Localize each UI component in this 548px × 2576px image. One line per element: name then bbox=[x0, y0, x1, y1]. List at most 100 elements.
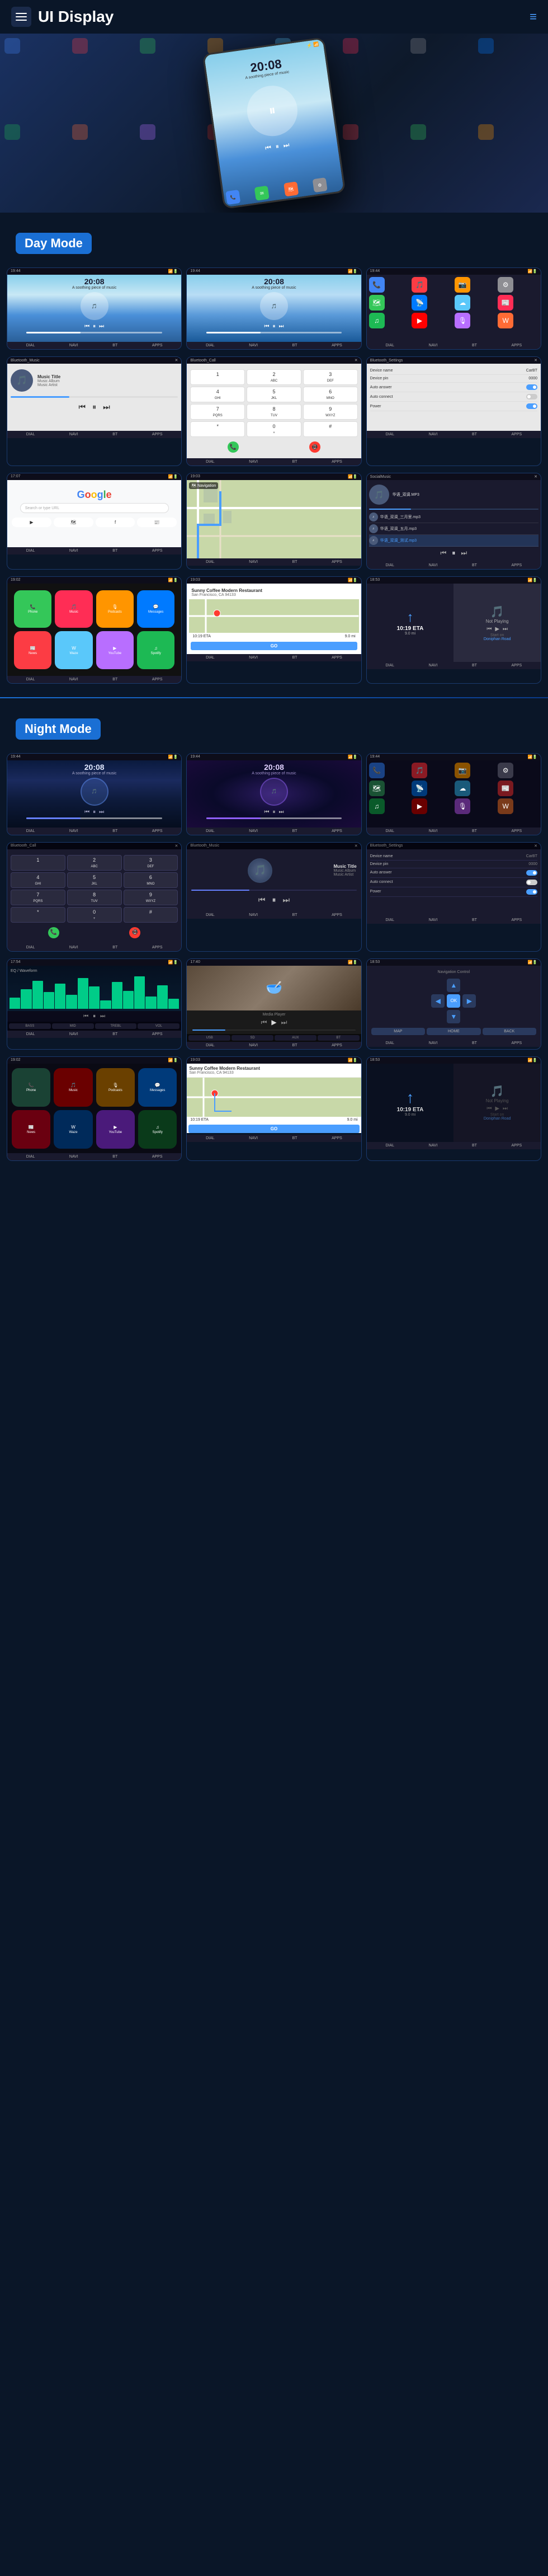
night-nav-navi-12[interactable]: NAVI bbox=[429, 1144, 438, 1148]
night-nav-bt-3[interactable]: BT bbox=[472, 829, 477, 833]
nav-dial-11[interactable]: DIAL bbox=[206, 656, 215, 660]
header-menu-icon[interactable]: ≡ bbox=[530, 10, 537, 24]
nav-dial-7[interactable]: DIAL bbox=[26, 549, 35, 553]
night-nav-bt-4[interactable]: BT bbox=[112, 946, 117, 949]
app-podcast[interactable]: 🎙 bbox=[455, 313, 470, 328]
night-music-prev[interactable]: ⏮ bbox=[258, 895, 266, 905]
night-app-phone[interactable]: 📞 bbox=[369, 763, 385, 778]
night-nav-bt-6[interactable]: BT bbox=[472, 918, 477, 922]
google-search-bar[interactable]: Search or type URL bbox=[20, 503, 169, 513]
night-play-btn-2[interactable]: ⏸ bbox=[272, 809, 275, 815]
nav-bt-3[interactable]: BT bbox=[472, 344, 477, 347]
carplay-phone[interactable]: 📞Phone bbox=[14, 590, 51, 628]
night-carplay-messages[interactable]: 💬Messages bbox=[138, 1068, 177, 1107]
night-nav-apps-7[interactable]: APPS bbox=[152, 1032, 163, 1036]
bt-music-next[interactable]: ⏭ bbox=[103, 402, 110, 412]
night-nav-navi-2[interactable]: NAVI bbox=[249, 829, 258, 833]
night-carplay-music[interactable]: 🎵Music bbox=[54, 1068, 92, 1107]
nav-bt-6[interactable]: BT bbox=[472, 433, 477, 436]
night-next-btn-2[interactable]: ⏭ bbox=[278, 809, 284, 815]
app-weather[interactable]: ☁ bbox=[455, 295, 470, 311]
nav-navi-8[interactable]: NAVI bbox=[249, 560, 258, 564]
night-nav-navi-11[interactable]: NAVI bbox=[249, 1136, 258, 1140]
numpad-2[interactable]: 2ABC bbox=[247, 369, 301, 385]
media-btn-4[interactable]: BT bbox=[318, 1035, 360, 1041]
media-btn-1[interactable]: USB bbox=[188, 1035, 230, 1041]
night-nav-apps-11[interactable]: APPS bbox=[332, 1136, 342, 1140]
night-nav-apps-10[interactable]: APPS bbox=[152, 1155, 163, 1159]
media-btn-3[interactable]: AUX bbox=[275, 1035, 316, 1041]
carplay-waze[interactable]: WWaze bbox=[55, 631, 92, 669]
nav-extra-3[interactable]: BACK bbox=[483, 1028, 536, 1035]
night-nav-navi-3[interactable]: NAVI bbox=[429, 829, 438, 833]
numpad-star[interactable]: * bbox=[190, 421, 245, 437]
night-app-maps[interactable]: 🗺 bbox=[369, 781, 385, 796]
app-spotify[interactable]: ♫ bbox=[369, 313, 385, 328]
nav-apps-9[interactable]: APPS bbox=[512, 563, 522, 567]
night-nav-bt-7[interactable]: BT bbox=[112, 1032, 117, 1036]
night-nav-apps-12[interactable]: APPS bbox=[512, 1144, 522, 1148]
play-btn-1[interactable]: ⏸ bbox=[93, 323, 96, 330]
nav-navi-12[interactable]: NAVI bbox=[429, 664, 438, 667]
carplay-music[interactable]: 🎵Music bbox=[55, 590, 92, 628]
nav-bt-5[interactable]: BT bbox=[292, 460, 297, 464]
night-nav-apps-5[interactable]: APPS bbox=[332, 913, 342, 917]
food-prev[interactable]: ⏮ bbox=[261, 1018, 267, 1027]
end-call-btn[interactable]: 📵 bbox=[309, 441, 320, 453]
night-nav-navi-1[interactable]: NAVI bbox=[69, 829, 78, 833]
shortcut-maps[interactable]: 🗺 bbox=[54, 518, 93, 527]
numpad-6[interactable]: 6MNO bbox=[303, 387, 358, 402]
nav-bt-12[interactable]: BT bbox=[472, 664, 477, 667]
eq-btn-4[interactable]: VOL bbox=[138, 1023, 179, 1029]
night-nav-apps-8[interactable]: APPS bbox=[332, 1043, 342, 1047]
night-auto-answer-toggle[interactable] bbox=[526, 870, 537, 876]
night-nav-bt-12[interactable]: BT bbox=[472, 1144, 477, 1148]
night-nav-navi-6[interactable]: NAVI bbox=[429, 918, 438, 922]
go-button[interactable]: GO bbox=[191, 642, 357, 650]
nav-navi-11[interactable]: NAVI bbox=[249, 656, 258, 660]
night-numpad-3[interactable]: 3DEF bbox=[124, 855, 178, 871]
numpad-3[interactable]: 3DEF bbox=[303, 369, 358, 385]
nav-apps-6[interactable]: APPS bbox=[512, 433, 522, 436]
nav-bt-1[interactable]: BT bbox=[112, 344, 117, 347]
night-app-waze[interactable]: W bbox=[498, 798, 513, 814]
night-wave-next[interactable]: ⏭ bbox=[100, 1013, 105, 1019]
arrow-right-btn[interactable]: ▶ bbox=[462, 994, 476, 1008]
nav-dial-1[interactable]: DIAL bbox=[26, 344, 35, 347]
numpad-0[interactable]: 0+ bbox=[247, 421, 301, 437]
night-nav-navi-7[interactable]: NAVI bbox=[69, 1032, 78, 1036]
nav-apps-8[interactable]: APPS bbox=[332, 560, 342, 564]
nav-navi-1[interactable]: NAVI bbox=[69, 344, 78, 347]
night-nav-navi-4[interactable]: NAVI bbox=[69, 946, 78, 949]
night-numpad-1[interactable]: 1 bbox=[11, 855, 65, 871]
night-carplay-news[interactable]: 📰News bbox=[12, 1110, 50, 1149]
night-nav-apps-9[interactable]: APPS bbox=[512, 1041, 522, 1045]
social-list-item-1[interactable]: ♫ 华语_双调_三月里.mp3 bbox=[369, 511, 538, 523]
social-prev[interactable]: ⏮ bbox=[441, 549, 447, 557]
nav-navi-2[interactable]: NAVI bbox=[249, 344, 258, 347]
night-carplay-waze[interactable]: WWaze bbox=[54, 1110, 92, 1149]
nav-apps-1[interactable]: APPS bbox=[152, 344, 163, 347]
night-nav-apps-6[interactable]: APPS bbox=[512, 918, 522, 922]
carplay-youtube[interactable]: ▶YouTube bbox=[96, 631, 134, 669]
eq-btn-1[interactable]: BASS bbox=[9, 1023, 51, 1029]
food-next[interactable]: ⏭ bbox=[281, 1018, 287, 1027]
nav-dial-4[interactable]: DIAL bbox=[26, 433, 35, 436]
nav-bt-2[interactable]: BT bbox=[292, 344, 297, 347]
arrow-up-btn[interactable]: ▲ bbox=[447, 979, 460, 992]
night-prev-btn-1[interactable]: ⏮ bbox=[84, 809, 89, 815]
night-music-next[interactable]: ⏭ bbox=[282, 895, 290, 905]
night-nav-navi-5[interactable]: NAVI bbox=[249, 913, 258, 917]
call-btn[interactable]: 📞 bbox=[228, 441, 239, 453]
eq-btn-3[interactable]: TREBL bbox=[95, 1023, 137, 1029]
night-app-youtube[interactable]: ▶ bbox=[412, 798, 427, 814]
night-not-playing-play[interactable]: ▶ bbox=[495, 1106, 499, 1112]
app-news[interactable]: 📰 bbox=[498, 295, 513, 311]
night-nav-bt-8[interactable]: BT bbox=[292, 1043, 297, 1047]
app-bt[interactable]: 📡 bbox=[412, 295, 427, 311]
night-numpad-8[interactable]: 8TUV bbox=[67, 890, 122, 905]
shortcut-youtube[interactable]: ▶ bbox=[12, 518, 51, 527]
night-auto-connect-toggle[interactable] bbox=[526, 880, 537, 885]
night-next-btn-1[interactable]: ⏭ bbox=[99, 809, 104, 815]
app-youtube[interactable]: ▶ bbox=[412, 313, 427, 328]
